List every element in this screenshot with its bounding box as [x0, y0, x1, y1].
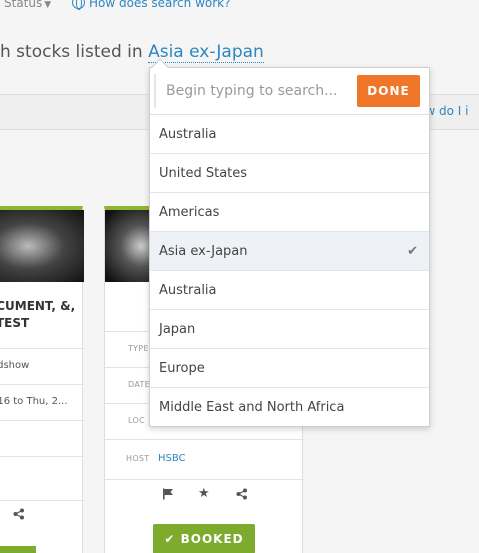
location-label: LOC	[128, 416, 145, 425]
event-date-value: 016 to Thu, 2...	[0, 396, 68, 407]
share-icon[interactable]	[13, 508, 25, 524]
region-option-americas[interactable]: Americas	[150, 193, 429, 232]
event-thumbnail	[0, 210, 84, 282]
event-title[interactable]: OCUMENT, &, TEST	[0, 298, 75, 332]
checkmark-icon: ✔	[407, 244, 418, 259]
region-selector-link[interactable]: Asia ex-Japan	[148, 42, 264, 63]
event-date-row: 016 to Thu, 2...	[0, 384, 84, 420]
region-option-japan[interactable]: Japan	[150, 310, 429, 349]
help-link-text: How does search work?	[89, 0, 231, 10]
option-label: Americas	[159, 205, 220, 220]
heading-prefix: h stocks listed in	[0, 42, 149, 62]
region-option-united-states[interactable]: United States	[150, 154, 429, 193]
option-label: Asia ex-Japan	[159, 244, 248, 259]
event-actions-row	[0, 500, 84, 530]
event-type-value: adshow	[0, 360, 30, 371]
booked-button[interactable]: ✔ BOOKED	[153, 524, 255, 553]
status-filter[interactable]: Status ▼	[4, 0, 51, 10]
event-host-row	[0, 456, 84, 500]
done-button[interactable]: DONE	[357, 75, 420, 107]
how-search-works-link[interactable]: How does search work?	[72, 0, 231, 10]
top-bar: Status ▼ How does search work?	[0, 0, 479, 14]
globe-icon	[72, 0, 85, 10]
type-label: TYPE	[128, 344, 149, 353]
region-dropdown: DONE Australia United States Americas As…	[149, 58, 430, 427]
option-label: Japan	[159, 322, 196, 337]
checkmark-icon: ✔	[164, 532, 181, 546]
option-label: Europe	[159, 361, 205, 376]
flag-icon[interactable]	[162, 488, 174, 504]
region-option-asia-ex-japan[interactable]: Asia ex-Japan ✔	[150, 232, 429, 271]
region-option-europe[interactable]: Europe	[150, 349, 429, 388]
option-label: United States	[159, 166, 248, 181]
event-card-left[interactable]: OCUMENT, &, TEST adshow 016 to Thu, 2...	[0, 206, 84, 553]
option-label: Australia	[159, 283, 217, 298]
region-option-australia[interactable]: Australia	[150, 115, 429, 154]
book-button-partial[interactable]	[0, 546, 36, 553]
host-value-link[interactable]: HSBC	[158, 453, 186, 464]
share-icon[interactable]	[236, 488, 248, 504]
event-location-row	[0, 420, 84, 456]
chevron-down-icon: ▼	[44, 0, 52, 10]
region-search-input[interactable]	[154, 74, 350, 108]
event-actions-row: ★	[105, 479, 304, 509]
event-host-row: HOST HSBC	[105, 439, 304, 479]
host-label: HOST	[126, 454, 150, 463]
status-label: Status	[4, 0, 43, 10]
dropdown-search-bar: DONE	[150, 68, 429, 115]
option-label: Middle East and North Africa	[159, 400, 345, 415]
option-label: Australia	[159, 127, 217, 142]
date-label: DATE	[128, 380, 151, 389]
event-title-line2: TEST	[0, 316, 30, 330]
page-heading: h stocks listed in Asia ex-Japan	[0, 42, 264, 63]
event-type-row: adshow	[0, 348, 84, 384]
booked-label: BOOKED	[180, 532, 244, 546]
region-option-australia-2[interactable]: Australia	[150, 271, 429, 310]
event-title-line1: OCUMENT, &,	[0, 299, 76, 313]
region-option-middle-east-north-africa[interactable]: Middle East and North Africa	[150, 388, 429, 427]
star-icon[interactable]: ★	[198, 486, 210, 501]
